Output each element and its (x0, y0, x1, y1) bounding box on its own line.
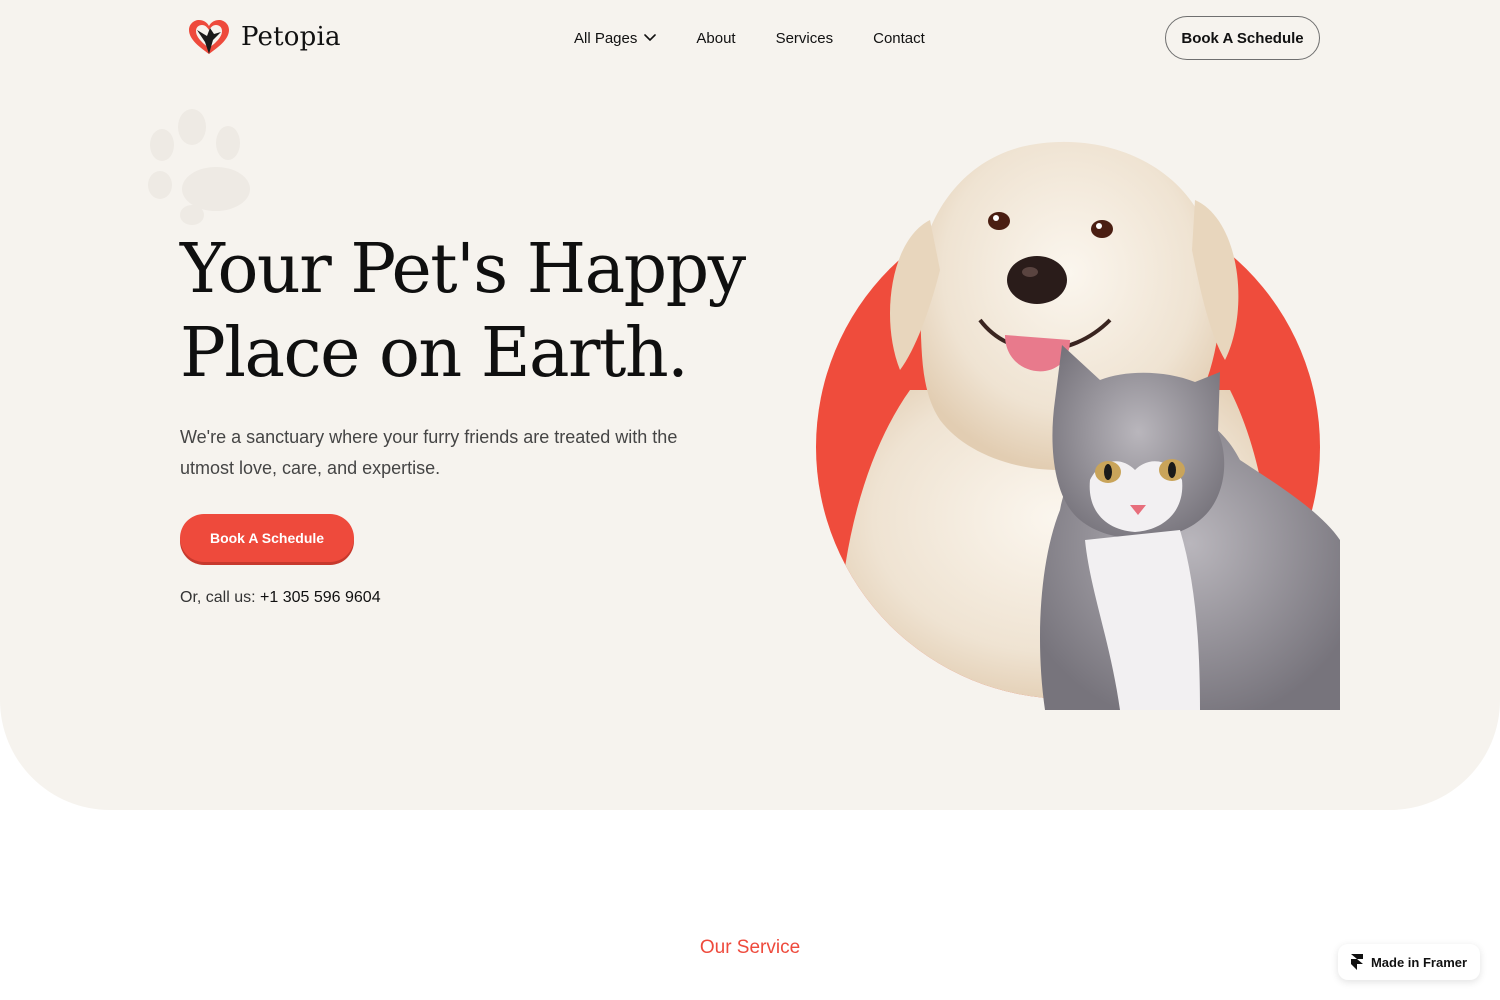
nav-item-contact[interactable]: Contact (873, 28, 925, 48)
brand-name: Petopia (241, 22, 341, 52)
chevron-down-icon (644, 34, 657, 42)
header-book-schedule-button[interactable]: Book A Schedule (1165, 16, 1320, 60)
badge-label: Made in Framer (1370, 954, 1468, 970)
brand-logo[interactable]: Petopia (187, 18, 341, 56)
main-nav: All Pages About Services Contact (574, 28, 925, 48)
heart-pet-icon (189, 20, 229, 54)
headline-line-1: Your Pet's Happy (180, 230, 746, 309)
hero-book-schedule-button[interactable]: Book A Schedule (180, 514, 354, 562)
headline-line-2: Place on Earth. (180, 314, 689, 393)
call-us-text: Or, call us: +1 305 596 9604 (180, 589, 381, 607)
our-service-label: Our Service (699, 937, 801, 958)
nav-item-services[interactable]: Services (776, 28, 834, 48)
hero-headline: Your Pet's Happy Place on Earth. (180, 228, 746, 396)
call-prefix: Or, call us: (180, 589, 256, 606)
nav-item-all-pages[interactable]: All Pages (574, 28, 657, 48)
made-in-framer-badge[interactable]: Made in Framer (1338, 944, 1480, 980)
nav-item-label: About (696, 29, 736, 47)
paw-print-icon (148, 109, 250, 225)
phone-number-link[interactable]: +1 305 596 9604 (260, 589, 381, 606)
hero-section: Petopia All Pages About Services Contact… (0, 0, 1500, 810)
nav-item-label: Services (775, 29, 834, 47)
nav-item-label: All Pages (574, 29, 638, 47)
framer-icon (1350, 954, 1363, 970)
nav-item-about[interactable]: About (696, 28, 735, 48)
nav-item-label: Contact (873, 29, 925, 47)
dog-and-cat-illustration (816, 141, 1340, 710)
hero-subtitle: We're a sanctuary where your furry frien… (180, 427, 678, 478)
